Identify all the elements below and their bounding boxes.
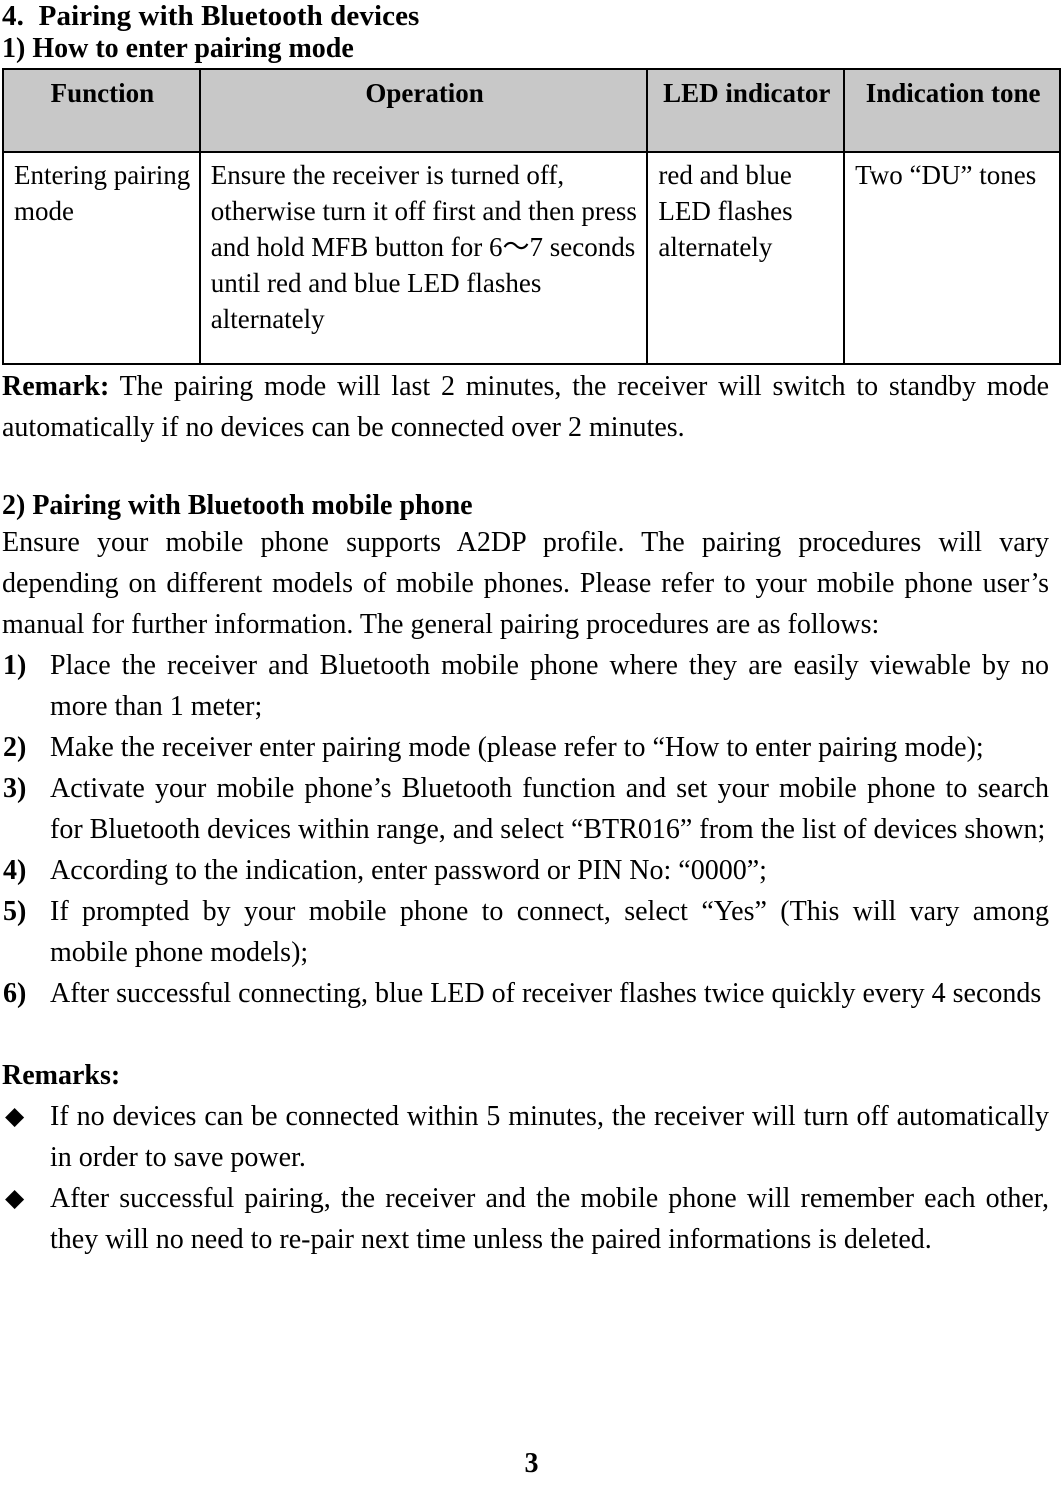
cell-function: Entering pairing mode [2,151,201,365]
cell-indication-tone: Two “DU” tones [843,151,1061,365]
column-header-led-indicator: LED indicator [646,68,846,153]
diamond-bullet-icon: ◆ [5,1185,25,1212]
remark-label: Remark: [2,371,110,402]
step-text: According to the indication, enter passw… [50,855,767,886]
table-header-row: Function Operation LED indicator Indicat… [2,68,1061,153]
cell-led-indicator: red and blue LED flashes alternately [646,151,846,365]
remarks-title: Remarks: [2,1060,121,1091]
pairing-steps-list: 1) Place the receiver and Bluetooth mobil… [2,645,1049,1014]
pairing-mode-table: Function Operation LED indicator Indicat… [2,68,1061,365]
remark-item-text: After successful pairing, the receiver a… [50,1183,1049,1255]
list-item: ◆ After successful pairing, the receiver … [2,1178,1049,1260]
remarks-list: ◆ If no devices can be connected within 5… [2,1096,1049,1260]
list-item: 2) Make the receiver enter pairing mode (… [2,727,1049,768]
pairing-phone-heading: 2) Pairing with Bluetooth mobile phone [2,490,473,521]
column-header-function: Function [2,68,201,153]
pairing-phone-intro: Ensure your mobile phone supports A2DP p… [2,527,1049,640]
list-item: ◆ If no devices can be connected within 5… [2,1096,1049,1178]
list-item: 1) Place the receiver and Bluetooth mobil… [2,645,1049,727]
cell-operation: Ensure the receiver is turned off, other… [198,151,649,365]
step-marker: 2) [3,732,27,763]
step-marker: 6) [3,978,27,1009]
list-item: 6) After successful connecting, blue LED … [2,973,1049,1014]
step-text: Place the receiver and Bluetooth mobile … [50,650,1049,722]
page-number: 3 [524,1448,539,1479]
subsection-title: 1) How to enter pairing mode [2,33,354,64]
remark-item-text: If no devices can be connected within 5 … [50,1101,1049,1173]
step-text: If prompted by your mobile phone to conn… [50,896,1049,968]
step-text: Make the receiver enter pairing mode (pl… [50,732,984,763]
list-item: 5) If prompted by your mobile phone to co… [2,891,1049,973]
column-header-indication-tone: Indication tone [843,68,1061,153]
step-marker: 1) [3,650,27,681]
step-marker: 5) [3,896,27,927]
step-text: Activate your mobile phone’s Bluetooth f… [50,773,1049,845]
list-item: 3) Activate your mobile phone’s Bluetooth… [2,768,1049,850]
diamond-bullet-icon: ◆ [5,1103,25,1130]
list-item: 4) According to the indication, enter pas… [2,850,1049,891]
remark-paragraph: Remark: The pairing mode will last 2 min… [2,366,1049,448]
page-title: 4. Pairing with Bluetooth devices [2,0,420,32]
remark-text: The pairing mode will last 2 minutes, th… [2,371,1049,443]
step-marker: 3) [3,773,27,804]
step-text: After successful connecting, blue LED of… [50,978,1042,1009]
step-marker: 4) [3,855,27,886]
document-page: 4. Pairing with Bluetooth devices 1) How… [0,0,1063,1494]
column-header-operation: Operation [198,68,649,153]
table-row: Entering pairing mode Ensure the receive… [2,151,1061,365]
